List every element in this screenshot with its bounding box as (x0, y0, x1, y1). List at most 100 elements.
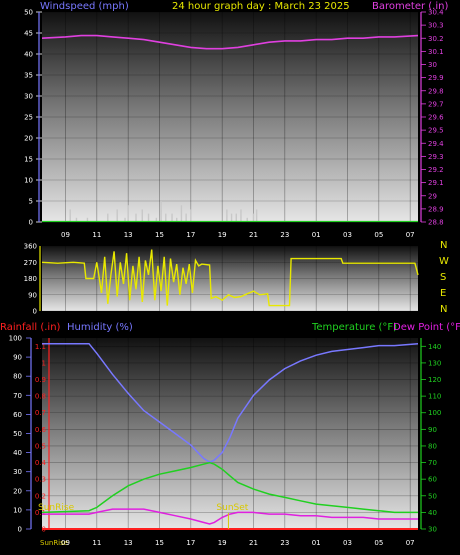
humidity-tick-label: 70 (13, 392, 22, 400)
time-tick-label-lower: 05 (374, 539, 383, 547)
humidity-tick-label: 20 (13, 487, 22, 495)
compass-label-n-top: N (440, 240, 447, 251)
compass-label-e: E (440, 288, 446, 299)
time-tick-label-lower: 13 (124, 539, 133, 547)
time-tick-label-lower: 19 (218, 539, 227, 547)
windspeed-tick-label: 35 (24, 72, 33, 80)
barometer-tick-label: 30.2 (428, 35, 444, 43)
windspeed-tick-label: 45 (24, 30, 33, 38)
rainfall-tick-label: 0.4 (35, 459, 47, 467)
time-tick-label-upper: 15 (155, 231, 164, 239)
temperature-tick-label: 120 (428, 376, 441, 384)
temperature-tick-label: 50 (428, 492, 437, 500)
humidity-tick-label: 60 (13, 411, 22, 419)
barometer-tick-label: 29.4 (428, 140, 444, 148)
time-tick-label-upper: 09 (61, 231, 70, 239)
windspeed-axis-label: Windspeed (mph) (40, 1, 129, 12)
temperature-tick-label: 110 (428, 393, 441, 401)
temperature-tick-label: 100 (428, 409, 441, 417)
sun-marker-sunset: SunSet (216, 503, 248, 513)
barometer-tick-label: 29.1 (428, 179, 444, 187)
time-tick-label-upper: 23 (280, 231, 289, 239)
barometer-tick-label: 29.5 (428, 127, 444, 135)
temperature-tick-label: 80 (428, 442, 437, 450)
compass-label-s: S (440, 272, 446, 283)
windspeed-tick-label: 30 (24, 93, 33, 101)
time-tick-label-upper: 05 (374, 231, 383, 239)
barometer-tick-label: 29.9 (428, 74, 444, 82)
barometer-tick-label: 29.3 (428, 153, 444, 161)
dewpoint-axis-label: Dew Point (°F) (393, 322, 460, 333)
barometer-tick-label: 29.2 (428, 166, 444, 174)
wind-direction-tick-label: 360 (24, 243, 37, 251)
windspeed-tick-label: 40 (24, 51, 33, 59)
time-tick-label-upper: 19 (218, 231, 227, 239)
barometer-tick-label: 28.8 (428, 219, 444, 227)
time-tick-label-lower: 17 (186, 539, 195, 547)
barometer-tick-label: 29 (428, 192, 437, 200)
temperature-tick-label: 90 (428, 426, 437, 434)
time-tick-label-lower: 21 (249, 539, 258, 547)
rainfall-tick-label: 0.2 (35, 492, 46, 500)
sun-marker-sunrise: SunRise (38, 503, 75, 513)
barometer-tick-label: 29.6 (428, 114, 444, 122)
compass-label-n-bottom: N (440, 304, 447, 315)
windspeed-tick-label: 20 (24, 135, 33, 143)
time-tick-label-lower: 09 (61, 539, 70, 547)
humidity-tick-label: 50 (13, 430, 22, 438)
humidity-tick-label: 90 (13, 354, 22, 362)
rainfall-tick-label: 0.7 (35, 409, 46, 417)
barometer-tick-label: 30 (428, 61, 437, 69)
temp-humidity-panel-background (42, 338, 418, 529)
time-tick-label-upper: 21 (249, 231, 258, 239)
humidity-tick-label: 80 (13, 373, 22, 381)
time-tick-label-lower: 15 (155, 539, 164, 547)
barometer-tick-label: 30.4 (428, 9, 444, 17)
humidity-tick-label: 100 (9, 335, 22, 343)
barometer-tick-label: 30.3 (428, 22, 444, 30)
graph-title: 24 hour graph day : March 23 2025 (172, 1, 350, 12)
wind-direction-tick-label: 270 (24, 259, 37, 267)
barometer-tick-label: 30.1 (428, 48, 444, 56)
wind-direction-tick-label: 0 (33, 308, 37, 316)
rainfall-tick-label: 0.6 (35, 426, 47, 434)
windspeed-tick-label: 0 (29, 219, 33, 227)
wind-direction-tick-label: 180 (24, 275, 37, 283)
time-tick-label-upper: 13 (124, 231, 133, 239)
windspeed-tick-label: 25 (24, 114, 33, 122)
temperature-tick-label: 60 (428, 476, 437, 484)
humidity-tick-label: 10 (13, 506, 22, 514)
rainfall-tick-label: 0.3 (35, 476, 46, 484)
rainfall-axis-label: Rainfall (.in) (0, 322, 61, 333)
time-tick-label-lower: 03 (343, 539, 352, 547)
time-tick-label-upper: 01 (312, 231, 321, 239)
rainfall-tick-label: 0.5 (35, 442, 46, 450)
rainfall-tick-label: 0.8 (35, 393, 46, 401)
windspeed-tick-label: 15 (24, 156, 33, 164)
humidity-tick-label: 40 (13, 449, 22, 457)
rainfall-tick-label: 1 (42, 359, 46, 367)
time-tick-label-lower: 01 (312, 539, 321, 547)
windspeed-tick-label: 50 (24, 9, 33, 17)
weather-graph: Windspeed (mph) 24 hour graph day : Marc… (0, 0, 460, 555)
time-tick-label-upper: 07 (406, 231, 415, 239)
time-tick-label-lower: 07 (406, 539, 415, 547)
rainfall-tick-label: 0.9 (35, 376, 46, 384)
wind-direction-tick-label: 90 (28, 291, 37, 299)
humidity-axis-label: Humidity (%) (67, 322, 133, 333)
weather-graph-canvas: Windspeed (mph) 24 hour graph day : Marc… (0, 1, 460, 547)
time-tick-label-upper: 03 (343, 231, 352, 239)
temperature-tick-label: 30 (428, 526, 437, 534)
time-tick-label-lower: 11 (92, 539, 101, 547)
humidity-tick-label: 30 (13, 468, 22, 476)
time-tick-label-lower: 23 (280, 539, 289, 547)
barometer-tick-label: 28.9 (428, 205, 444, 213)
temperature-axis-label: Temperature (°F) (311, 322, 397, 333)
time-tick-label-upper: 17 (186, 231, 195, 239)
barometer-tick-label: 29.8 (428, 87, 444, 95)
temperature-tick-label: 140 (428, 343, 441, 351)
windspeed-tick-label: 5 (29, 198, 33, 206)
temperature-tick-label: 130 (428, 359, 441, 367)
humidity-tick-label: 0 (18, 526, 22, 534)
barometer-tick-label: 29.7 (428, 100, 444, 108)
